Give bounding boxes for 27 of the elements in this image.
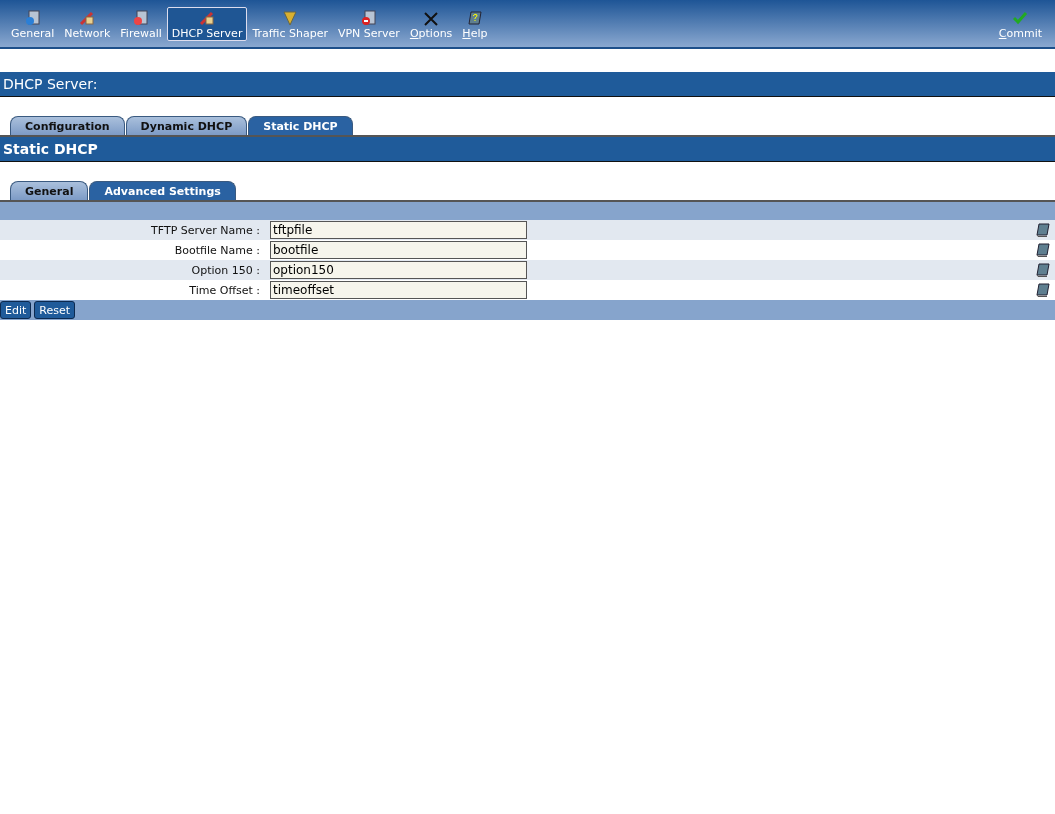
tab[interactable]: Configuration xyxy=(10,116,125,135)
input-field[interactable]: bootfile xyxy=(270,241,527,259)
tab[interactable]: General xyxy=(10,181,89,200)
help-book-icon[interactable] xyxy=(1035,283,1050,297)
input-field[interactable]: timeoffset xyxy=(270,281,527,299)
field-label: Option 150 : xyxy=(190,263,261,277)
computer-icon xyxy=(359,10,378,26)
tab[interactable]: Dynamic DHCP xyxy=(125,116,248,135)
input-field[interactable]: tftpfile xyxy=(270,221,527,239)
input-field[interactable]: option150 xyxy=(270,261,527,279)
help-book-icon[interactable] xyxy=(1035,223,1050,237)
computer-icon xyxy=(132,10,151,26)
edit-button[interactable]: Edit xyxy=(0,301,32,319)
field-label: Bootfile Name : xyxy=(173,243,261,257)
section-title: Static DHCP xyxy=(0,137,1055,162)
help-book-icon[interactable] xyxy=(1035,263,1050,277)
field-label: TFTP Server Name : xyxy=(150,223,261,237)
field-label: Time Offset : xyxy=(188,283,261,297)
tab[interactable]: Advanced Settings xyxy=(89,181,236,200)
help-book-icon xyxy=(465,10,484,26)
help-book-icon[interactable] xyxy=(1035,243,1050,257)
toolbar-button[interactable]: DHCP Server xyxy=(166,7,248,41)
tab[interactable]: Static DHCP xyxy=(248,116,353,135)
checkmark-icon xyxy=(1011,10,1030,26)
page-title: DHCP Server: xyxy=(0,72,1055,97)
computer-icon xyxy=(23,10,42,26)
reset-button[interactable]: Reset xyxy=(34,301,76,319)
